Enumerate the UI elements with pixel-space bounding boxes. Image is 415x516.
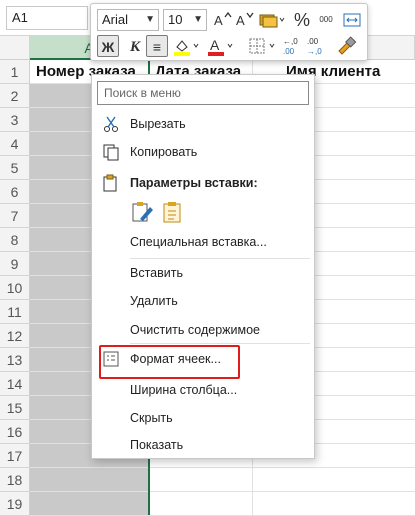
row-header[interactable]: 15 xyxy=(0,396,30,420)
font-name-select[interactable]: Arial ▼ xyxy=(97,9,159,31)
fill-color-button[interactable] xyxy=(171,35,201,57)
format-painter-button[interactable] xyxy=(335,35,357,57)
svg-text:←,0: ←,0 xyxy=(283,37,298,46)
copy-icon xyxy=(103,144,119,161)
svg-text:→,0: →,0 xyxy=(307,47,322,56)
borders-button[interactable] xyxy=(247,35,277,57)
menu-item-cut-label: Вырезать xyxy=(130,117,186,131)
select-all-corner[interactable] xyxy=(0,36,30,60)
context-menu: Поиск в меню Вырезать Копировать Парамет… xyxy=(91,74,315,459)
svg-text:A: A xyxy=(236,13,245,28)
menu-item-hide-label: Скрыть xyxy=(130,411,173,425)
grid-row-line xyxy=(30,467,415,468)
menu-item-paste-special-label: Специальная вставка... xyxy=(130,235,267,249)
borders-icon xyxy=(249,38,275,54)
mini-toolbar: Arial ▼ 10 ▼ A A % 000 Ж К ≡ A ←,0.00 .0… xyxy=(90,3,368,61)
row-header[interactable]: 16 xyxy=(0,420,30,444)
row-header[interactable]: 1 xyxy=(0,60,30,84)
font-size-select[interactable]: 10 ▼ xyxy=(163,9,207,31)
increase-decimal-button[interactable]: ←,0.00 xyxy=(281,35,303,57)
row-header[interactable]: 13 xyxy=(0,348,30,372)
menu-item-paste-special[interactable]: Специальная вставка... xyxy=(92,228,314,256)
menu-item-insert-label: Вставить xyxy=(130,266,183,280)
menu-item-unhide-label: Показать xyxy=(130,438,184,452)
chevron-down-icon: ▼ xyxy=(193,14,203,25)
row-header[interactable]: 6 xyxy=(0,180,30,204)
menu-item-clear-contents-label: Очистить содержимое xyxy=(130,323,260,337)
row-header[interactable]: 2 xyxy=(0,84,30,108)
menu-item-delete-label: Удалить xyxy=(130,294,178,308)
italic-button[interactable]: К xyxy=(123,35,145,57)
font-size-value: 10 xyxy=(168,12,183,27)
menu-item-copy[interactable]: Копировать xyxy=(92,138,314,166)
menu-item-unhide[interactable]: Показать xyxy=(92,431,314,459)
decrease-decimal-button[interactable]: .00 →,0 xyxy=(305,35,327,57)
menu-separator xyxy=(130,343,310,344)
menu-item-insert[interactable]: Вставить xyxy=(92,259,314,287)
paste-format-icon xyxy=(132,202,153,222)
menu-item-column-width-label: Ширина столбца... xyxy=(130,383,238,397)
font-color-icon: A xyxy=(208,37,233,56)
menu-item-column-width[interactable]: Ширина столбца... xyxy=(92,376,314,404)
merge-icon xyxy=(343,13,361,27)
number-format-button[interactable] xyxy=(257,9,287,31)
grid-row-line xyxy=(30,491,415,492)
increase-decimal-icon: ←,0.00 xyxy=(283,37,298,56)
row-header[interactable]: 3 xyxy=(0,108,30,132)
row-header[interactable]: 12 xyxy=(0,324,30,348)
fill-color-icon xyxy=(174,40,199,56)
svg-text:.00: .00 xyxy=(283,47,295,56)
svg-text:A: A xyxy=(210,37,220,53)
row-header[interactable]: 4 xyxy=(0,132,30,156)
bold-button[interactable]: Ж xyxy=(97,35,119,57)
highlight-annotation xyxy=(99,345,240,379)
percent-style-button[interactable]: % xyxy=(291,9,313,31)
font-name-value: Arial xyxy=(102,12,129,27)
clipboard-icon xyxy=(103,174,117,192)
row-header[interactable]: 10 xyxy=(0,276,30,300)
row-header[interactable]: 7 xyxy=(0,204,30,228)
decrease-font-size-button[interactable]: A xyxy=(233,9,255,31)
paste-clipboard-icon xyxy=(163,202,181,223)
row-header[interactable]: 18 xyxy=(0,468,30,492)
row-header[interactable]: 5 xyxy=(0,156,30,180)
font-color-button[interactable]: A xyxy=(205,35,235,57)
currency-icon xyxy=(259,14,285,28)
increase-font-icon: A xyxy=(214,11,232,28)
svg-text:К: К xyxy=(129,39,141,55)
paste-values-button[interactable] xyxy=(160,199,186,225)
menu-search-input[interactable]: Поиск в меню xyxy=(97,81,309,105)
format-painter-icon xyxy=(338,36,357,55)
menu-item-hide[interactable]: Скрыть xyxy=(92,404,314,432)
chevron-down-icon: ▼ xyxy=(145,14,155,25)
comma-style-button[interactable]: 000 xyxy=(315,9,337,31)
menu-item-copy-label: Копировать xyxy=(130,145,198,159)
decrease-decimal-icon: .00→,0 xyxy=(307,37,322,56)
row-header[interactable]: 8 xyxy=(0,228,30,252)
menu-item-cut[interactable]: Вырезать xyxy=(92,110,314,138)
scissors-icon xyxy=(104,116,118,132)
row-header[interactable]: 9 xyxy=(0,252,30,276)
paste-options-header: Параметры вставки: xyxy=(92,169,314,197)
svg-text:.00: .00 xyxy=(307,37,319,46)
decrease-font-icon: A xyxy=(236,12,254,28)
name-box[interactable]: A1 xyxy=(6,6,88,30)
italic-icon: К xyxy=(129,39,141,55)
row-header[interactable]: 11 xyxy=(0,300,30,324)
menu-item-delete[interactable]: Удалить xyxy=(92,287,314,315)
increase-font-size-button[interactable]: A xyxy=(211,9,233,31)
svg-text:A: A xyxy=(214,13,223,28)
merge-center-button[interactable] xyxy=(341,9,363,31)
menu-item-clear-contents[interactable]: Очистить содержимое xyxy=(92,316,314,344)
row-header[interactable]: 17 xyxy=(0,444,30,468)
align-center-button[interactable]: ≡ xyxy=(146,35,168,57)
row-header[interactable]: 14 xyxy=(0,372,30,396)
row-header[interactable]: 19 xyxy=(0,492,30,516)
paste-options-label: Параметры вставки: xyxy=(130,176,258,190)
paste-formatting-button[interactable] xyxy=(130,199,156,225)
